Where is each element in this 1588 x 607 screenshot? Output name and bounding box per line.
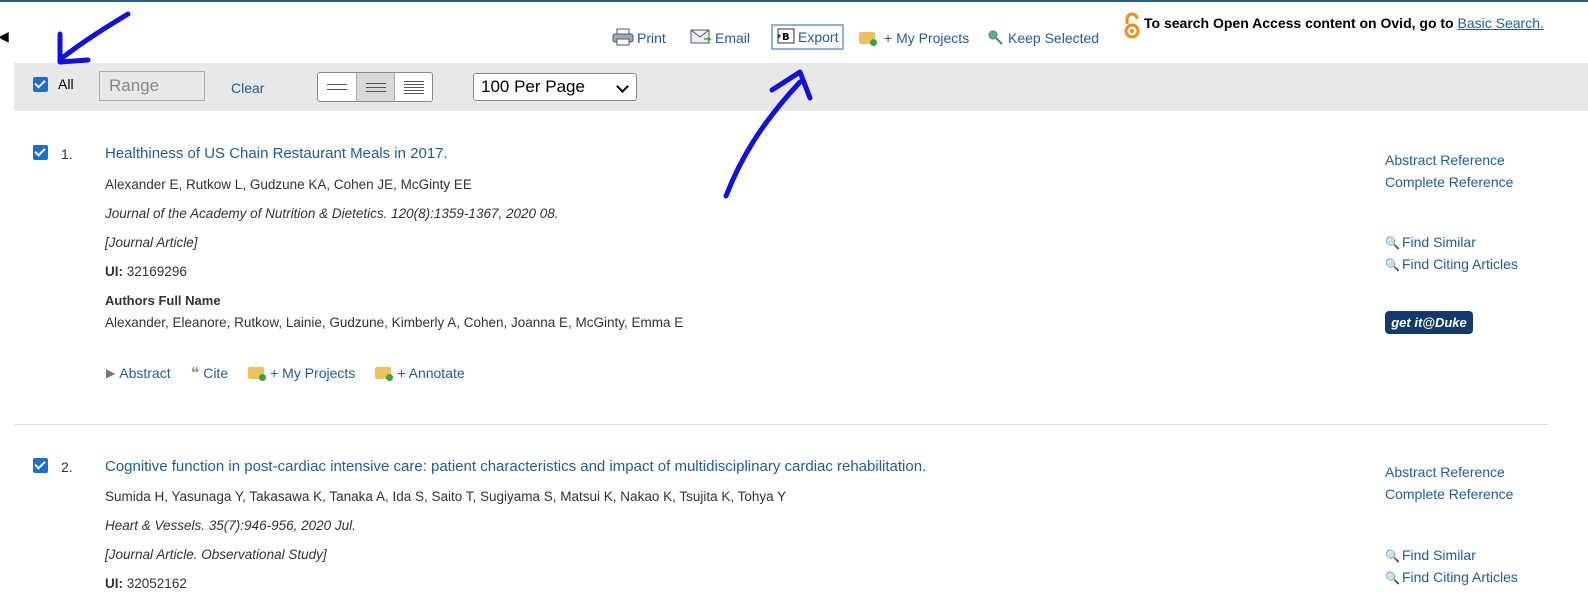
svg-text:B: B — [782, 32, 790, 43]
clear-link[interactable]: Clear — [231, 80, 264, 96]
open-access-text: To search Open Access content on Ovid, g… — [1144, 15, 1454, 31]
email-button[interactable]: Email — [690, 28, 750, 48]
view-toggle-group — [317, 72, 433, 102]
annotate-label: + Annotate — [397, 365, 465, 381]
authors-full-name: Alexander, Eleanore, Rutkow, Lainie, Gud… — [105, 315, 684, 330]
result-number: 2. — [61, 459, 73, 475]
ui-value: 32169296 — [126, 264, 187, 279]
result-title-link[interactable]: Healthiness of US Chain Restaurant Meals… — [105, 145, 448, 162]
cite-label: Cite — [203, 365, 229, 381]
result-checkbox[interactable] — [33, 458, 48, 473]
keep-selected-button[interactable]: Keep Selected — [987, 28, 1099, 48]
result-type: [Journal Article] — [105, 235, 198, 250]
abstract-reference-link[interactable]: Abstract Reference — [1385, 464, 1505, 480]
complete-reference-link[interactable]: Complete Reference — [1385, 174, 1513, 190]
view-medium-icon — [365, 82, 386, 92]
view-compact-icon — [327, 84, 347, 90]
export-icon: B — [777, 28, 795, 47]
open-access-note: To search Open Access content on Ovid, g… — [1122, 12, 1544, 43]
export-button[interactable]: B Export — [771, 24, 845, 50]
result-ui: UI: 32169296 — [105, 264, 187, 279]
result-title-link[interactable]: Cognitive function in post-cardiac inten… — [105, 458, 926, 475]
result-authors: Sumida H, Yasunaga Y, Takasawa K, Tanaka… — [105, 489, 787, 504]
export-label: Export — [798, 29, 839, 45]
folder-add-icon — [248, 367, 267, 381]
keep-selected-label: Keep Selected — [1008, 30, 1100, 46]
ui-value: 32052162 — [126, 576, 187, 591]
range-input[interactable]: Range — [99, 71, 205, 101]
find-similar-label: Find Similar — [1401, 234, 1476, 250]
magnifier-icon: 🔍 — [1385, 549, 1400, 563]
annotate-button[interactable]: + Annotate — [375, 363, 465, 383]
result-authors: Alexander E, Rutkow L, Gudzune KA, Cohen… — [105, 177, 472, 192]
get-it-duke-button[interactable]: get it@Duke — [1385, 311, 1473, 334]
ui-label: UI: — [105, 264, 123, 279]
result-source: Journal of the Academy of Nutrition & Di… — [105, 206, 559, 221]
top-border — [0, 0, 1588, 2]
result-type: [Journal Article. Observational Study] — [105, 547, 327, 562]
find-similar-link[interactable]: 🔍 Find Similar — [1385, 234, 1476, 250]
result-ui: UI: 32052162 — [105, 576, 187, 591]
quote-icon: ❝ — [190, 365, 200, 382]
my-projects-label: + My Projects — [270, 365, 356, 381]
result-separator — [14, 424, 1549, 425]
my-projects-button[interactable]: + My Projects — [859, 28, 969, 48]
per-page-value: 100 Per Page — [481, 77, 585, 96]
result-checkbox[interactable] — [33, 145, 48, 160]
view-title-only-button[interactable] — [318, 73, 356, 101]
find-similar-link[interactable]: 🔍 Find Similar — [1385, 547, 1476, 563]
chevron-down-icon — [616, 80, 629, 93]
select-all-checkbox[interactable] — [33, 77, 48, 92]
result-my-projects-button[interactable]: + My Projects — [248, 363, 355, 383]
email-label: Email — [715, 30, 751, 46]
printer-icon — [612, 28, 634, 49]
abstract-toggle[interactable]: ▶ Abstract — [106, 363, 171, 383]
folder-add-icon — [859, 32, 877, 46]
magnifier-icon: 🔍 — [1385, 258, 1400, 272]
result-actions: ▶ Abstract ❝ Cite + My Projects + Annota… — [106, 363, 485, 383]
select-all-label: All — [58, 76, 74, 92]
email-icon — [690, 29, 712, 48]
result-source: Heart & Vessels. 35(7):946-956, 2020 Jul… — [105, 518, 356, 533]
abstract-label: Abstract — [119, 365, 171, 381]
print-label: Print — [637, 30, 666, 46]
authors-full-name-label: Authors Full Name — [105, 293, 221, 308]
find-citing-link[interactable]: 🔍 Find Citing Articles — [1385, 569, 1518, 585]
cite-button[interactable]: ❝ Cite — [191, 363, 229, 383]
view-full-icon — [403, 80, 424, 94]
result-number: 1. — [61, 146, 73, 162]
complete-reference-link[interactable]: Complete Reference — [1385, 486, 1513, 502]
abstract-reference-link[interactable]: Abstract Reference — [1385, 152, 1505, 168]
basic-search-link[interactable]: Basic Search. — [1458, 15, 1544, 31]
keep-icon — [987, 29, 1005, 48]
find-similar-label: Find Similar — [1401, 547, 1476, 563]
my-projects-label: + My Projects — [884, 30, 970, 46]
find-citing-label: Find Citing Articles — [1401, 569, 1518, 585]
print-button[interactable]: Print — [612, 28, 666, 48]
per-page-select[interactable]: 100 Per Page — [473, 73, 637, 101]
annotate-icon — [375, 367, 394, 381]
ui-label: UI: — [105, 576, 123, 591]
find-citing-link[interactable]: 🔍 Find Citing Articles — [1385, 256, 1518, 272]
magnifier-icon: 🔍 — [1385, 571, 1400, 585]
magnifier-icon: 🔍 — [1385, 236, 1400, 250]
view-citation-button[interactable] — [356, 73, 394, 101]
open-access-icon — [1122, 12, 1142, 43]
triangle-right-icon: ▶ — [106, 366, 116, 380]
find-citing-label: Find Citing Articles — [1401, 256, 1518, 272]
view-full-button[interactable] — [394, 73, 432, 101]
